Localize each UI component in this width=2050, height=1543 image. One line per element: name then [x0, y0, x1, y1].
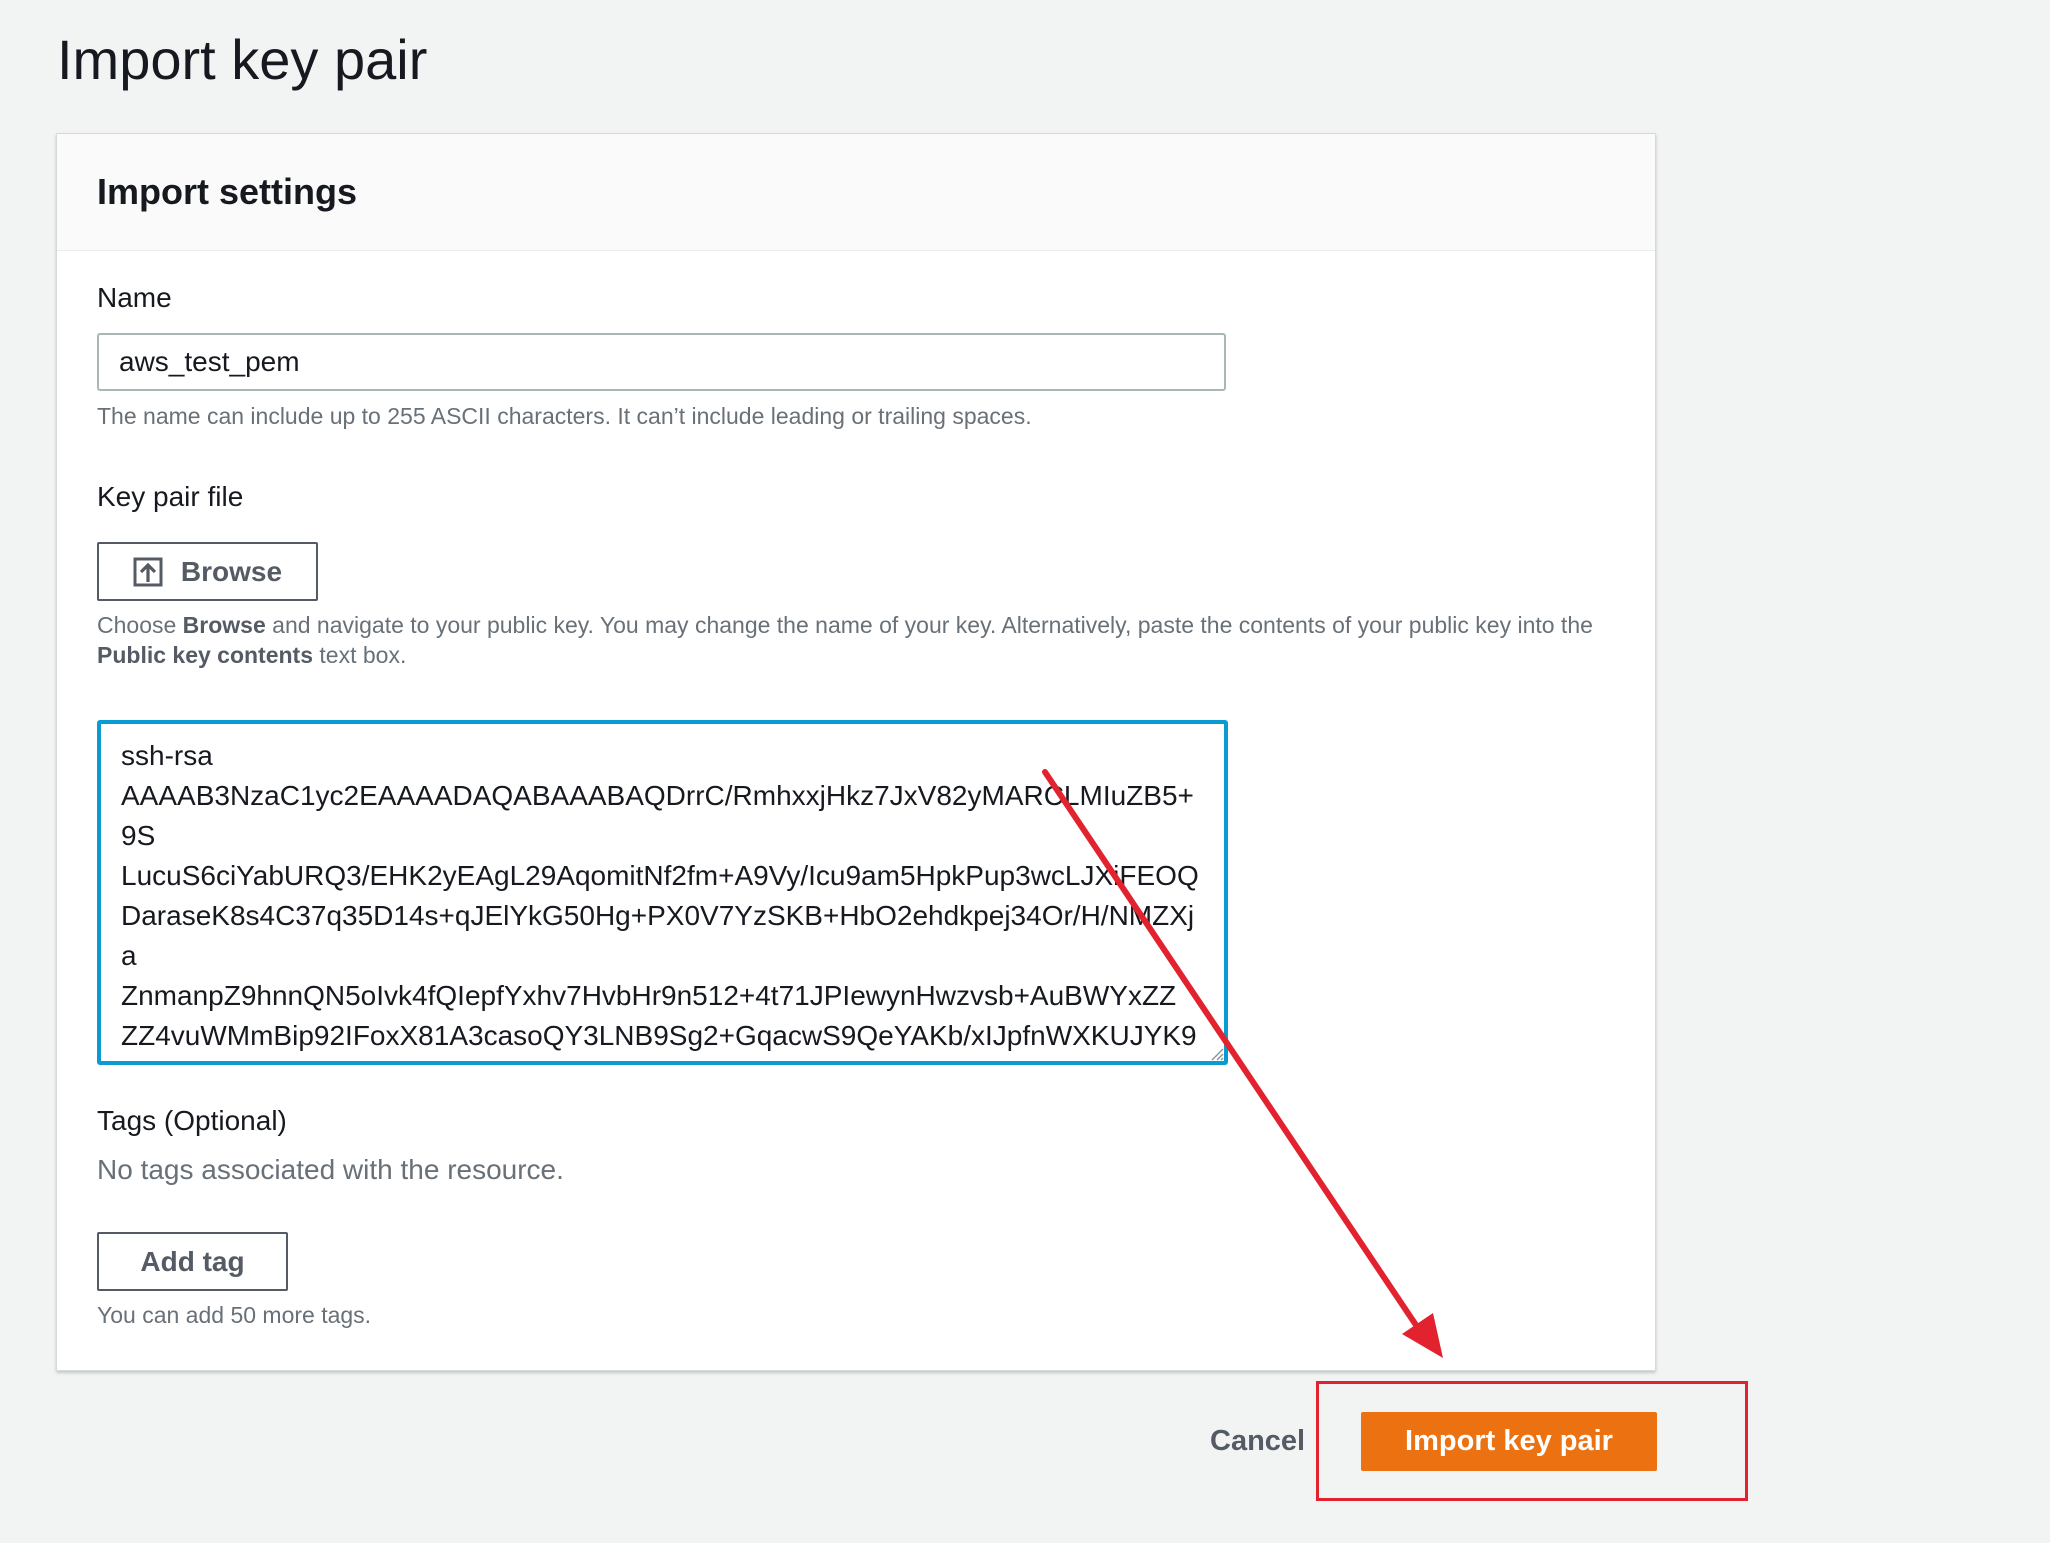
page-title: Import key pair	[57, 28, 428, 91]
name-label: Name	[97, 282, 172, 313]
key-file-hint: Choose Browse and navigate to your publi…	[97, 611, 1617, 671]
tags-label: Tags (Optional)	[97, 1105, 287, 1136]
hint-public-key-emphasis: Public key contents	[97, 641, 314, 668]
no-tags-text: No tags associated with the resource.	[97, 1154, 564, 1185]
annotation-highlight-box	[1316, 1381, 1748, 1501]
public-key-contents-textarea[interactable]: ssh-rsa AAAAB3NzaC1yc2EAAAADAQABAAABAQDr…	[97, 720, 1228, 1065]
add-tag-button[interactable]: Add tag	[97, 1232, 288, 1291]
resize-grip-icon[interactable]	[1208, 1045, 1224, 1061]
name-hint: The name can include up to 255 ASCII cha…	[97, 403, 1032, 429]
cancel-button[interactable]: Cancel	[1200, 1419, 1315, 1464]
panel-header: Import settings	[57, 134, 1655, 251]
hint-text: text box.	[313, 641, 407, 668]
upload-icon	[133, 557, 163, 587]
name-input[interactable]: aws_test_pem	[97, 333, 1226, 391]
hint-browse-emphasis: Browse	[182, 612, 266, 638]
hint-text: and navigate to your public key. You may…	[265, 612, 1593, 638]
browse-button[interactable]: Browse	[97, 542, 318, 601]
tags-hint: You can add 50 more tags.	[97, 1302, 372, 1328]
key-pair-file-label: Key pair file	[97, 481, 244, 512]
panel-title: Import settings	[97, 171, 358, 212]
hint-text: Choose	[97, 612, 183, 638]
browse-label: Browse	[180, 555, 283, 587]
import-settings-panel: Import settings Name aws_test_pem The na…	[56, 133, 1656, 1371]
